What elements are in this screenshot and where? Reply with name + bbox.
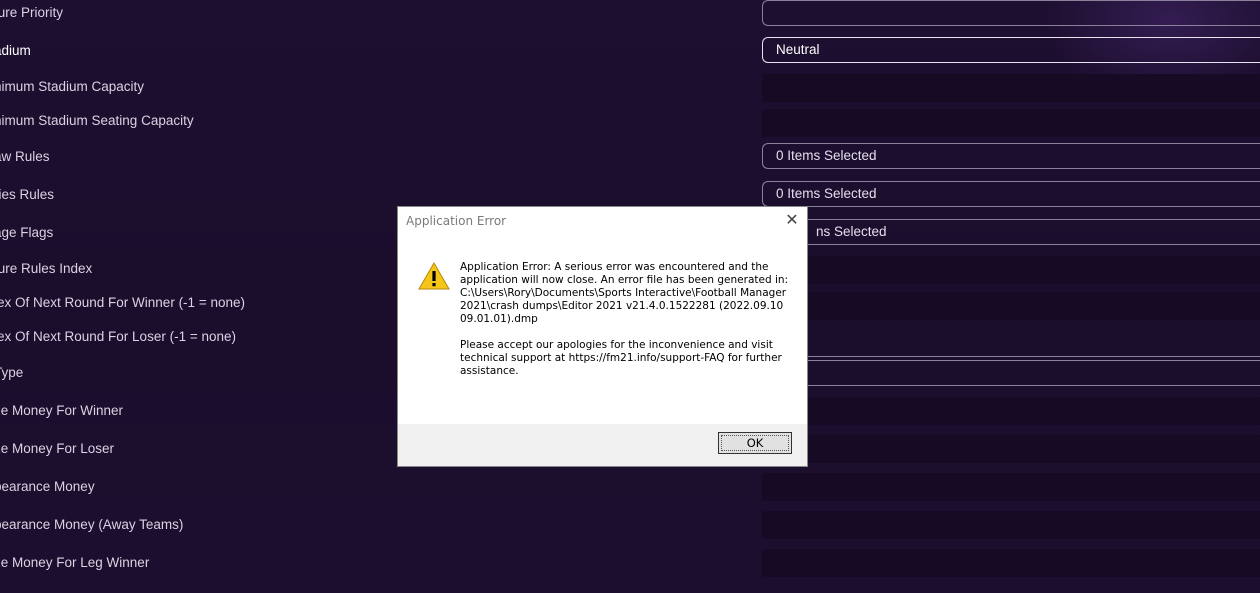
label-draw-rules: aw Rules [0,149,50,164]
appearance-money-away-input[interactable] [762,511,1260,539]
close-icon[interactable]: ✕ [783,211,801,229]
label-minimum-stadium-capacity: nimum Stadium Capacity [0,79,145,94]
label-prize-money-leg-winner: ze Money For Leg Winner [0,555,150,570]
label-prize-money-loser: ze Money For Loser [0,441,115,456]
draw-rules-select[interactable]: 0 Items Selected [762,143,1260,169]
next-round-loser-input[interactable] [762,331,1260,357]
minimum-stadium-seating-capacity-input[interactable] [762,109,1260,137]
minimum-stadium-capacity-input[interactable] [762,74,1260,102]
label-next-round-winner: lex Of Next Round For Winner (-1 = none) [0,295,245,310]
dialog-footer: OK [398,424,807,466]
prize-money-leg-winner-input[interactable] [762,549,1260,577]
stadium-dropdown[interactable]: Neutral [762,37,1260,63]
label-fixture-rules-index: ture Rules Index [0,261,93,276]
prize-money-winner-input[interactable] [762,397,1260,425]
label-fixture-priority: ture Priority [0,5,64,20]
stage-flags-value: ns Selected [816,224,887,239]
stage-flags-select[interactable]: ns Selected [762,219,1260,245]
label-type: Type [0,365,24,380]
type-dropdown[interactable] [762,360,1260,386]
label-minimum-stadium-seating-capacity: nimum Stadium Seating Capacity [0,113,194,128]
label-appearance-money-away: pearance Money (Away Teams) [0,517,184,532]
appearance-money-input[interactable] [762,473,1260,501]
next-round-winner-input[interactable] [762,292,1260,320]
label-next-round-loser: lex Of Next Round For Loser (-1 = none) [0,329,236,344]
prize-money-loser-input[interactable] [762,435,1260,463]
tiebreak-rules-select[interactable]: 0 Items Selected [762,181,1260,207]
label-prize-money-winner: ze Money For Winner [0,403,124,418]
label-stadium: adium [0,43,31,58]
label-stage-flags: age Flags [0,225,54,240]
warning-icon [418,262,450,290]
fixture-rules-index-input[interactable] [762,256,1260,284]
ok-button[interactable]: OK [718,432,792,454]
dialog-title: Application Error [406,214,507,228]
apology-message: Please accept our apologies for the inco… [460,339,782,377]
label-appearance-money: pearance Money [0,479,95,494]
fixture-priority-dropdown[interactable] [762,0,1260,26]
error-message: Application Error: A serious error was e… [460,261,789,325]
application-error-dialog: Application Error ✕ Application Error: A… [397,206,808,467]
dialog-message: Application Error: A serious error was e… [460,261,790,378]
label-tiebreak-rules: ries Rules [0,187,55,202]
